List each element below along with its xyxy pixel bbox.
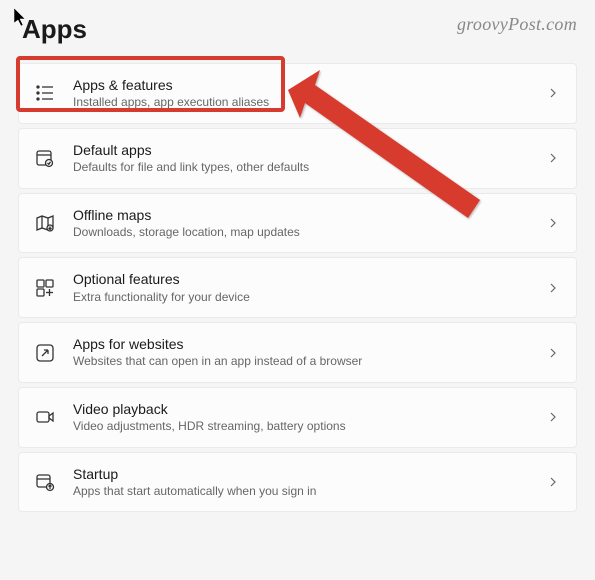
header: Apps groovyPost.com xyxy=(18,14,577,45)
chevron-right-icon xyxy=(546,410,560,424)
item-title: Optional features xyxy=(73,270,530,288)
item-subtitle: Websites that can open in an app instead… xyxy=(73,354,530,370)
item-offline-maps[interactable]: Offline maps Downloads, storage location… xyxy=(18,193,577,254)
item-text: Startup Apps that start automatically wh… xyxy=(73,465,530,500)
item-text: Apps for websites Websites that can open… xyxy=(73,335,530,370)
item-text: Apps & features Installed apps, app exec… xyxy=(73,76,530,111)
chevron-right-icon xyxy=(546,281,560,295)
offline-maps-icon xyxy=(33,211,57,235)
item-title: Apps & features xyxy=(73,76,530,94)
item-apps-websites[interactable]: Apps for websites Websites that can open… xyxy=(18,322,577,383)
item-title: Offline maps xyxy=(73,206,530,224)
item-text: Offline maps Downloads, storage location… xyxy=(73,206,530,241)
item-subtitle: Installed apps, app execution aliases xyxy=(73,95,530,111)
optional-features-icon xyxy=(33,276,57,300)
apps-websites-icon xyxy=(33,341,57,365)
item-subtitle: Extra functionality for your device xyxy=(73,290,530,306)
item-title: Default apps xyxy=(73,141,530,159)
item-text: Optional features Extra functionality fo… xyxy=(73,270,530,305)
settings-list: Apps & features Installed apps, app exec… xyxy=(18,63,577,512)
item-title: Startup xyxy=(73,465,530,483)
item-subtitle: Video adjustments, HDR streaming, batter… xyxy=(73,419,530,435)
cursor-icon xyxy=(14,8,30,28)
item-subtitle: Defaults for file and link types, other … xyxy=(73,160,530,176)
item-subtitle: Downloads, storage location, map updates xyxy=(73,225,530,241)
item-text: Default apps Defaults for file and link … xyxy=(73,141,530,176)
startup-icon xyxy=(33,470,57,494)
item-title: Video playback xyxy=(73,400,530,418)
item-video-playback[interactable]: Video playback Video adjustments, HDR st… xyxy=(18,387,577,448)
item-startup[interactable]: Startup Apps that start automatically wh… xyxy=(18,452,577,513)
item-title: Apps for websites xyxy=(73,335,530,353)
video-playback-icon xyxy=(33,405,57,429)
chevron-right-icon xyxy=(546,86,560,100)
chevron-right-icon xyxy=(546,475,560,489)
default-apps-icon xyxy=(33,146,57,170)
item-apps-features[interactable]: Apps & features Installed apps, app exec… xyxy=(18,63,577,124)
page-title: Apps xyxy=(22,14,87,45)
chevron-right-icon xyxy=(546,151,560,165)
item-default-apps[interactable]: Default apps Defaults for file and link … xyxy=(18,128,577,189)
item-text: Video playback Video adjustments, HDR st… xyxy=(73,400,530,435)
apps-features-icon xyxy=(33,81,57,105)
chevron-right-icon xyxy=(546,346,560,360)
watermark: groovyPost.com xyxy=(457,14,577,35)
item-subtitle: Apps that start automatically when you s… xyxy=(73,484,530,500)
chevron-right-icon xyxy=(546,216,560,230)
item-optional-features[interactable]: Optional features Extra functionality fo… xyxy=(18,257,577,318)
